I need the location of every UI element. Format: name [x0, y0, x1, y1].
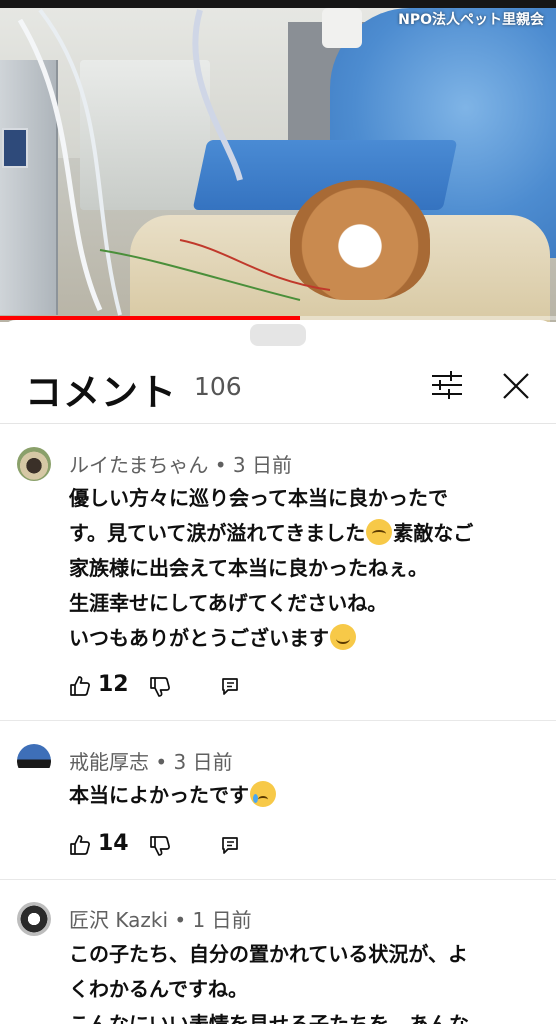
thumbs-up-icon[interactable] [69, 834, 91, 856]
comment-line-text-after: 素敵なご [393, 521, 474, 545]
smiling-face-emoji-icon [330, 624, 356, 650]
comment-meta: 匠沢 Kazki • 1 日前 [69, 908, 252, 932]
crying-face-emoji-icon [250, 781, 276, 807]
comment-item: ルイたまちゃん • 3 日前 優しい方々に巡り会って本当に良かったで す。見てい… [0, 425, 556, 721]
like-count: 12 [98, 672, 129, 697]
comment-line: 家族様に出会えて本当に良かったねぇ。 [69, 556, 428, 580]
comment-line-text: 本当によかったです [69, 783, 249, 807]
avatar[interactable] [17, 447, 51, 481]
comments-sheet: コメント 106 ルイたまちゃん • 3 日前 優しい方々に巡り会って本当に良か… [0, 320, 556, 1024]
comment-text: 優しい方々に巡り会って本当に良かったで す。見ていて涙が溢れてきました 素敵なご … [69, 481, 539, 656]
comments-header: コメント 106 [0, 348, 556, 424]
comment-line-1: 本当によかったです [69, 778, 539, 813]
comment-line: 優しい方々に巡り会って本当に良かったで [69, 486, 448, 510]
comment-line: 生涯幸せにしてあげてくださいね。 [69, 591, 388, 615]
reply-icon[interactable] [220, 835, 240, 855]
comment-line: くわかるんですね。 [69, 977, 248, 1001]
comment-text: 本当によかったです [69, 778, 539, 813]
thumbs-down-icon[interactable] [149, 676, 171, 698]
avatar[interactable] [17, 902, 51, 936]
comment-meta: 戒能厚志 • 3 日前 [69, 750, 233, 774]
comment-line-2: す。見ていて涙が溢れてきました 素敵なご [69, 516, 539, 551]
comment-line-text: す。見ていて涙が溢れてきました [69, 521, 366, 545]
video-player[interactable]: NPO法人ペット里親会 [0, 0, 556, 322]
comment-line-5: いつもありがとうございます [69, 621, 539, 656]
comment-actions: 14 [69, 831, 319, 862]
comment-line: こんなにいい表情を見せる子たちを、あんな [69, 1012, 469, 1024]
avatar[interactable] [17, 744, 51, 778]
comment-item: 戒能厚志 • 3 日前 本当によかったです 14 [0, 722, 556, 880]
channel-watermark: NPO法人ペット里親会 [398, 12, 544, 28]
comment-meta: ルイたまちゃん • 3 日前 [69, 453, 292, 477]
comment-text: この子たち、自分の置かれている状況が、よ くわかるんですね。 こんなにいい表情を… [69, 937, 539, 1024]
comments-count: 106 [194, 372, 242, 401]
comment-actions: 12 [69, 672, 319, 703]
pleading-face-emoji-icon [366, 519, 393, 545]
comment-item: 匠沢 Kazki • 1 日前 この子たち、自分の置かれている状況が、よ くわか… [0, 882, 556, 1024]
like-count: 14 [98, 831, 129, 856]
comment-line-text: いつもありがとうございます [69, 626, 329, 650]
sliders-icon[interactable] [430, 370, 464, 400]
close-icon[interactable] [498, 368, 534, 404]
reply-icon[interactable] [220, 676, 240, 696]
comments-title: コメント [25, 371, 177, 414]
tubes-overlay [17, 8, 331, 316]
thumbs-up-icon[interactable] [69, 675, 91, 697]
drag-handle[interactable] [250, 324, 306, 346]
comment-line: この子たち、自分の置かれている状況が、よ [69, 942, 468, 966]
thumbs-down-icon[interactable] [149, 835, 171, 857]
